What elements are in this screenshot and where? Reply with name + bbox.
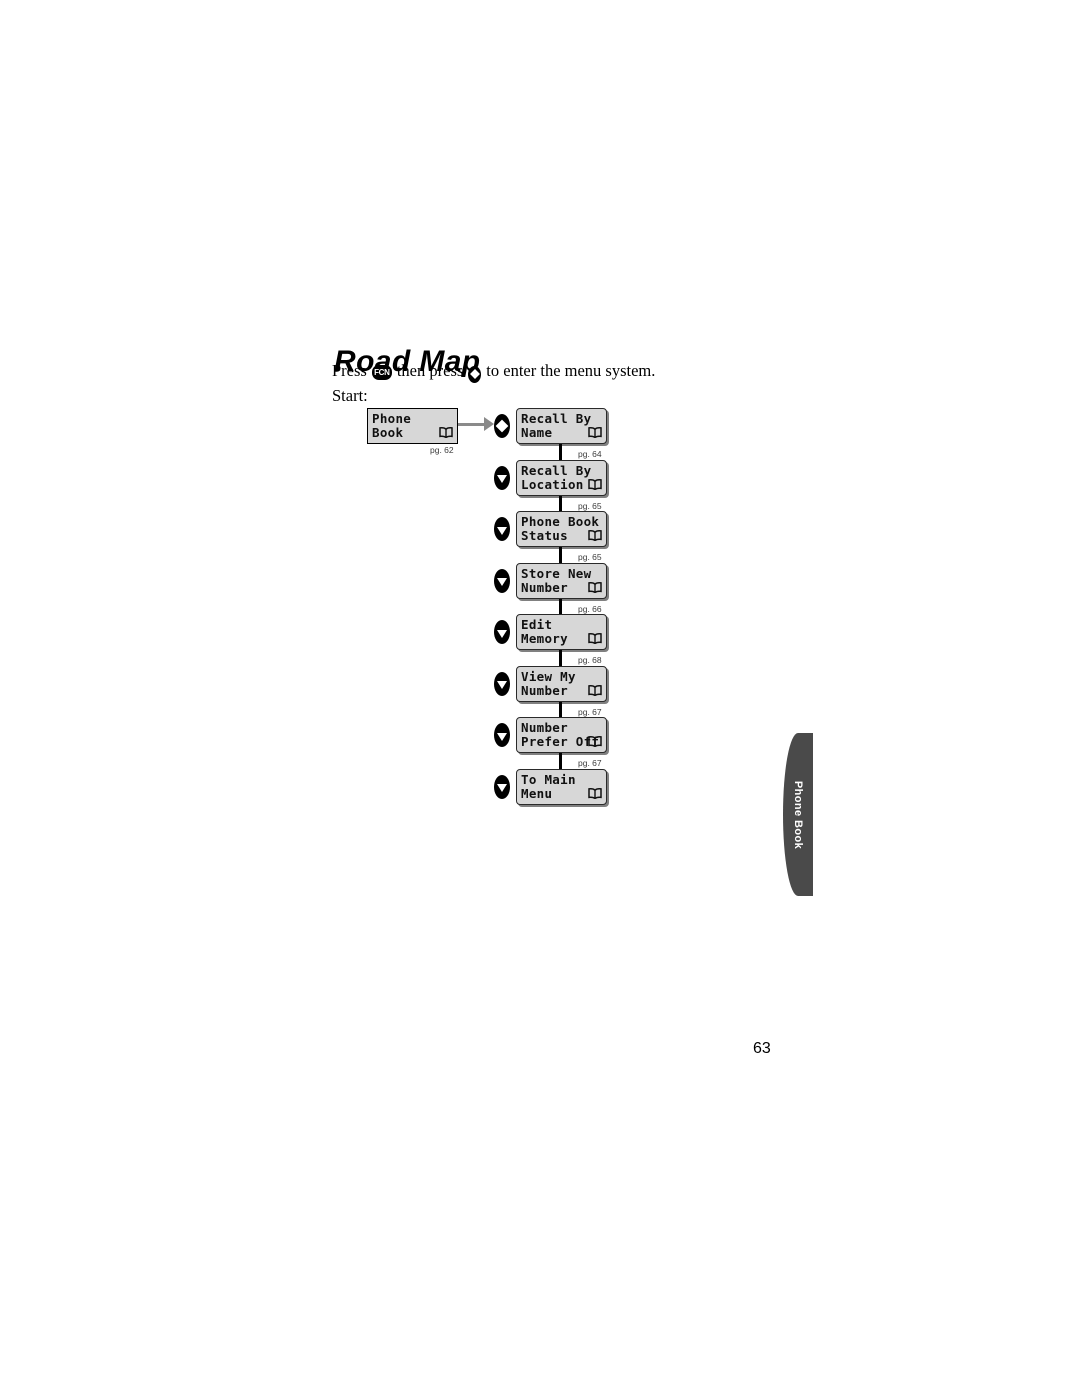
nav-diamond-icon <box>494 414 510 438</box>
menu-node: Number Prefer Off <box>516 717 607 753</box>
menu-connector-line <box>559 444 562 460</box>
menu-node-line1: To Main <box>521 771 576 787</box>
menu-node: To Main Menu <box>516 768 607 805</box>
right-arrow-icon-shaft <box>458 423 486 426</box>
start-node-phone-book: Phone Book <box>367 408 458 444</box>
start-node-page-ref: pg. 62 <box>430 445 454 455</box>
menu-connector-line <box>559 495 562 511</box>
menu-node-line1: Recall By <box>521 411 592 426</box>
road-map-diagram: Phone Book pg. 62 Recall By Name pg. 64 Rec… <box>0 0 1080 1397</box>
side-tab-phone-book: Phone Book <box>783 733 813 896</box>
book-icon <box>588 736 602 747</box>
nav-down-icon <box>494 620 510 644</box>
menu-node-page-ref: pg. 67 <box>578 706 602 717</box>
menu-node-line1: Phone Book <box>521 514 600 529</box>
menu-connector-line <box>559 598 562 614</box>
book-icon <box>588 427 602 438</box>
menu-node-page-ref: pg. 66 <box>578 603 602 614</box>
menu-node-page-ref: pg. 67 <box>578 758 602 768</box>
page-number: 63 <box>753 1040 771 1057</box>
book-icon <box>439 427 453 438</box>
nav-down-icon <box>494 568 510 593</box>
book-icon <box>588 633 602 644</box>
nav-down-icon <box>494 517 510 541</box>
menu-node-page-ref: pg. 65 <box>578 552 602 562</box>
book-icon <box>588 684 602 696</box>
start-node-line1: Phone <box>372 411 412 426</box>
book-icon <box>588 787 602 799</box>
right-arrow-icon-head <box>484 417 494 431</box>
start-node-line2: Book <box>372 425 404 440</box>
manual-page: Road Map Press FCN then press to enter t… <box>0 0 1080 1397</box>
menu-node: Store New Number <box>516 562 607 599</box>
menu-node-line2: Name <box>521 425 553 440</box>
menu-node-line2: Number <box>521 682 568 698</box>
menu-node-page-ref: pg. 68 <box>578 655 602 665</box>
menu-node-line2: Memory <box>521 631 568 646</box>
menu-node-line1: Number <box>521 720 568 735</box>
menu-connector-line <box>559 650 562 666</box>
menu-node: Recall By Location <box>516 459 607 496</box>
book-icon <box>588 581 602 593</box>
menu-node-line2: Status <box>521 528 568 543</box>
menu-node: View My Number <box>516 665 607 702</box>
menu-node-line2: Location <box>521 476 584 492</box>
menu-node-line1: Store New <box>521 565 592 581</box>
menu-node-line2: Menu <box>521 785 553 801</box>
menu-node-line1: View My <box>521 668 576 684</box>
menu-connector-line <box>559 701 562 717</box>
menu-node-page-ref: pg. 65 <box>578 500 602 511</box>
nav-down-icon <box>494 671 510 696</box>
menu-connector-line <box>559 547 562 563</box>
menu-node-page-ref: pg. 64 <box>578 449 602 459</box>
nav-down-icon <box>494 723 510 747</box>
menu-connector-line <box>559 753 562 769</box>
menu-node: Recall By Name <box>516 408 607 444</box>
book-icon <box>588 478 602 490</box>
nav-down-icon <box>494 774 510 799</box>
nav-down-icon <box>494 465 510 490</box>
side-tab-label: Phone Book <box>792 780 804 849</box>
book-icon <box>588 530 602 541</box>
menu-node-line2: Number <box>521 579 568 595</box>
menu-node: Edit Memory <box>516 614 607 650</box>
menu-node: Phone Book Status <box>516 511 607 547</box>
menu-node-line1: Edit <box>521 617 553 632</box>
menu-node-line1: Recall By <box>521 462 592 478</box>
